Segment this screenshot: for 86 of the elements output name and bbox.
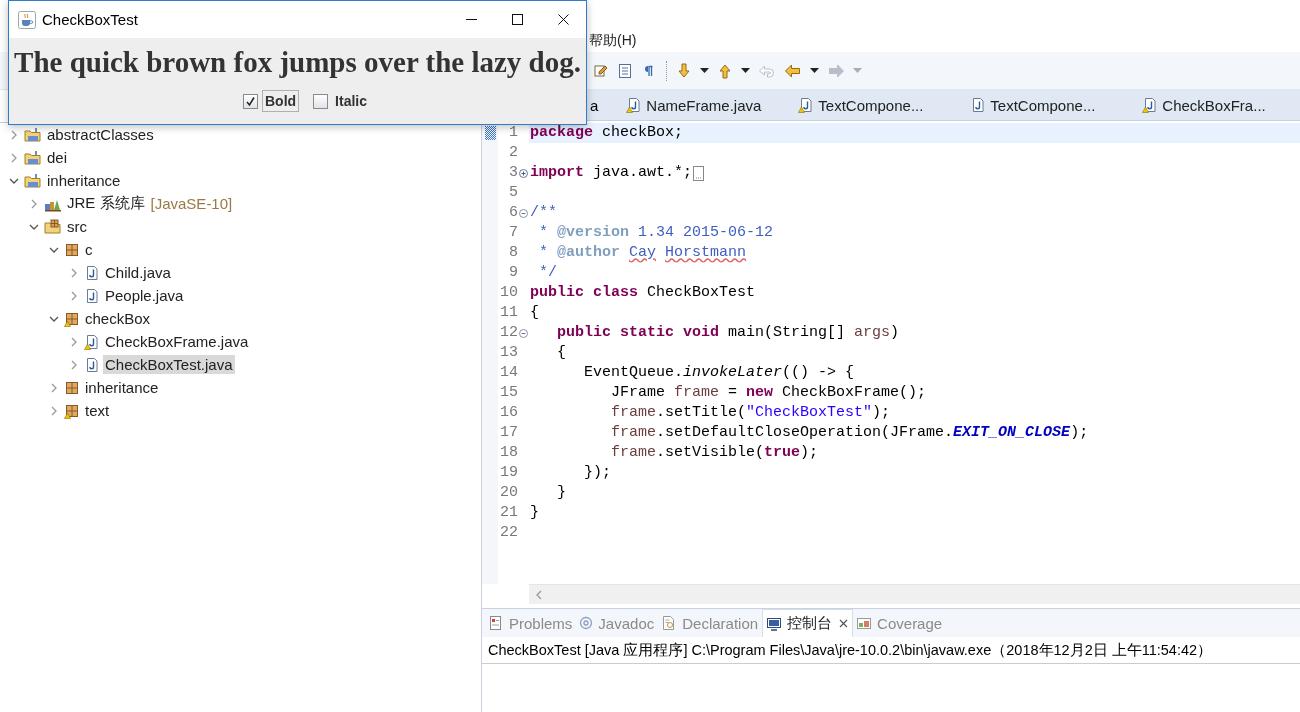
code-line: }); xyxy=(583,463,611,483)
line-number: 20 xyxy=(499,483,518,503)
code-line: { xyxy=(530,303,539,323)
code-line: JFrame frame = new CheckBoxFrame(); xyxy=(610,383,927,403)
close-icon xyxy=(557,14,569,25)
dropdown-caret-icon xyxy=(853,67,862,74)
line-number: 7 xyxy=(508,223,518,243)
line-number: 17 xyxy=(499,423,518,443)
code-line: frame.setVisible(true); xyxy=(610,443,819,463)
code-line: frame.setTitle("CheckBoxTest"); xyxy=(610,403,891,423)
window-title: CheckBoxTest xyxy=(42,11,139,28)
checkbox-label[interactable]: Bold xyxy=(262,90,300,112)
checkbox[interactable] xyxy=(313,93,329,109)
line-number: 8 xyxy=(508,243,518,263)
line-number: 9 xyxy=(508,263,518,283)
tree-item[interactable]: CheckBoxTest.java xyxy=(103,355,235,374)
line-number: 6 xyxy=(508,203,518,223)
code-line: } xyxy=(530,503,539,523)
maximize-icon xyxy=(511,14,523,25)
tree-item[interactable]: inheritance xyxy=(45,171,123,190)
console-output: CheckBoxTest [Java 应用程序] C:\Program Files\Java\jre-10.0.2\bin\javaw.exe（2018年12月2日 上午11:54:42） xyxy=(482,637,1300,664)
text-block-icon xyxy=(617,62,633,79)
problems-icon xyxy=(488,615,504,631)
code-line: frame.setDefaultCloseOperation(JFrame.EXIT_ON_CLOSE); xyxy=(610,423,1089,443)
monitor-icon xyxy=(766,615,783,632)
code-line: package checkBox; xyxy=(530,123,684,143)
code-line: * @author Cay Horstmann xyxy=(538,243,747,263)
line-number: 21 xyxy=(499,503,518,523)
tree-item[interactable]: dei xyxy=(45,148,70,167)
line-number: 5 xyxy=(508,183,518,203)
checkbox[interactable] xyxy=(243,93,258,109)
line-number: 19 xyxy=(499,463,518,483)
tree-item[interactable]: People.java xyxy=(103,286,186,305)
tree-item[interactable]: inheritance xyxy=(83,378,161,397)
tree-item[interactable]: checkBox xyxy=(83,309,153,328)
code-line: public static void main(String[] args) xyxy=(556,323,900,343)
line-number: 22 xyxy=(499,523,518,543)
editor-tab[interactable]: NameFrame.java xyxy=(616,90,789,120)
line-number: 18 xyxy=(499,443,518,463)
tree-item[interactable]: abstractClasses xyxy=(45,125,156,144)
code-line: /** xyxy=(530,203,557,223)
tree-item[interactable]: JRE 系统库 xyxy=(65,193,147,214)
arrow-down-icon xyxy=(676,62,692,79)
line-number: 11 xyxy=(499,303,518,323)
code-line: public class CheckBoxTest xyxy=(530,283,756,303)
editor-tab[interactable]: TextCompone... xyxy=(788,90,961,120)
line-number: 1 xyxy=(508,123,518,143)
editor-tab[interactable]: TextCompone... xyxy=(960,90,1133,120)
code-line: } xyxy=(556,483,566,503)
tree-item[interactable]: text xyxy=(83,401,112,420)
arrow-up-icon xyxy=(717,62,733,79)
dropdown-caret-icon xyxy=(700,67,709,74)
view-tab[interactable]: 控制台 xyxy=(762,609,854,637)
edit-mark-icon xyxy=(593,62,609,79)
line-number: 14 xyxy=(499,363,518,383)
line-number: 15 xyxy=(499,383,518,403)
coverage-bars-icon xyxy=(856,615,873,631)
code-line: * @version 1.34 2015-06-12 xyxy=(538,223,774,243)
coffee-cup-icon xyxy=(18,10,36,29)
dropdown-caret-icon xyxy=(810,67,819,74)
line-number: 10 xyxy=(499,283,518,303)
menu-item[interactable]: 帮助(H) xyxy=(589,30,643,52)
arrow-left-icon xyxy=(784,62,802,79)
code-line: { xyxy=(556,343,566,363)
line-number: 3 xyxy=(508,163,518,183)
tree-item[interactable]: Child.java xyxy=(103,263,173,282)
code-line: EventQueue.invokeLater(() -> { xyxy=(583,363,855,383)
code-line: */ xyxy=(538,263,557,283)
arrow-right-icon xyxy=(827,62,845,79)
sample-text: The quick brown fox jumps over the lazy dog. xyxy=(13,45,582,80)
editor-tab[interactable]: a xyxy=(588,90,617,120)
horizontal-scrollbar[interactable] xyxy=(529,584,1300,604)
code-line: import java.awt.*; xyxy=(530,163,693,183)
dropdown-caret-icon xyxy=(741,67,750,74)
line-number: 2 xyxy=(508,143,518,163)
line-number: 12 xyxy=(499,323,518,343)
tree-item[interactable]: c xyxy=(83,240,95,259)
tree-item-decoration: [JavaSE-10] xyxy=(150,195,233,212)
checkbox-label[interactable]: Italic xyxy=(332,90,370,112)
line-number: 16 xyxy=(499,403,518,423)
tree-item[interactable]: src xyxy=(65,217,89,236)
code-editor[interactable] xyxy=(482,121,1300,584)
editor-tab[interactable]: CheckBoxFra... xyxy=(1132,90,1300,120)
tree-item[interactable]: CheckBoxFrame.java xyxy=(103,332,251,351)
folded-code-icon xyxy=(692,165,705,181)
line-number: 13 xyxy=(499,343,518,363)
